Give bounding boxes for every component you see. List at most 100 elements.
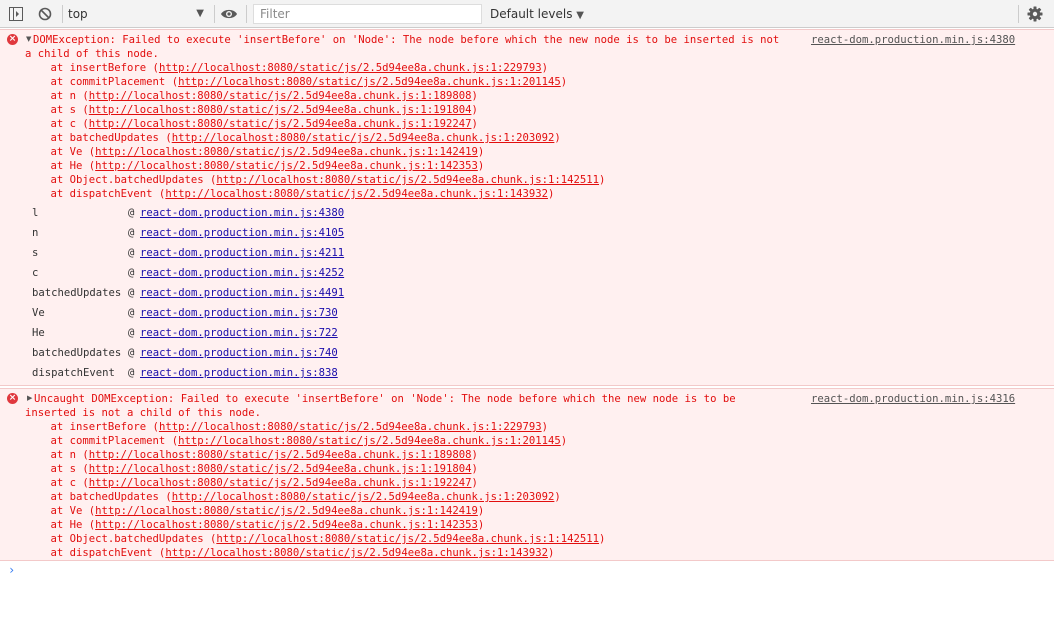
stack-frame-url[interactable]: http://localhost:8080/static/js/2.5d94ee… [216, 174, 599, 186]
stack-trace-line: at n (http://localhost:8080/static/js/2.… [25, 448, 478, 462]
stack-frame-url[interactable]: http://localhost:8080/static/js/2.5d94ee… [89, 90, 472, 102]
call-frame-at: @ [128, 267, 135, 279]
gear-icon[interactable] [1027, 6, 1043, 22]
console-error-message: × ▼ DOMException: Failed to execute 'ins… [0, 29, 1054, 386]
console-toolbar: top ▼ Default levels ▼ [0, 0, 1054, 28]
stack-trace-line: at Object.batchedUpdates (http://localho… [25, 173, 606, 187]
stack-trace-line: at He (http://localhost:8080/static/js/2… [25, 518, 485, 532]
log-levels-dropdown[interactable]: Default levels ▼ [490, 4, 584, 24]
stack-frame-suffix: ) [599, 174, 606, 186]
call-frame-function: batchedUpdates [32, 287, 122, 299]
error-message-text: a child of this node. [25, 48, 159, 60]
call-frame-source-link[interactable]: react-dom.production.min.js:722 [140, 326, 338, 340]
stack-trace-line: at commitPlacement (http://localhost:808… [25, 434, 568, 448]
stack-frame-suffix: ) [548, 188, 555, 200]
stack-frame-name: at n ( [25, 449, 89, 461]
stack-frame-url[interactable]: http://localhost:8080/static/js/2.5d94ee… [159, 421, 542, 433]
sidebar-toggle-icon[interactable] [9, 7, 23, 21]
stack-trace-line: at insertBefore (http://localhost:8080/s… [25, 420, 549, 434]
stack-frame-url[interactable]: http://localhost:8080/static/js/2.5d94ee… [89, 449, 472, 461]
stack-frame-url[interactable]: http://localhost:8080/static/js/2.5d94ee… [89, 463, 472, 475]
error-source-link[interactable]: react-dom.production.min.js:4316 [811, 392, 1015, 406]
call-frame-source-link[interactable]: react-dom.production.min.js:4380 [140, 206, 344, 220]
stack-frame-suffix: ) [477, 146, 485, 158]
toolbar-divider [214, 5, 215, 23]
stack-frame-name: at batchedUpdates ( [25, 491, 172, 503]
call-frame-source-link[interactable]: react-dom.production.min.js:4252 [140, 266, 344, 280]
stack-frame-suffix: ) [560, 76, 568, 88]
stack-frame-url[interactable]: http://localhost:8080/static/js/2.5d94ee… [216, 533, 599, 545]
stack-frame-url[interactable]: http://localhost:8080/static/js/2.5d94ee… [89, 104, 472, 116]
eye-icon[interactable] [220, 8, 238, 20]
filter-input[interactable] [253, 4, 482, 24]
call-frame-at: @ [128, 327, 135, 339]
error-message-text[interactable]: Uncaught DOMException: Failed to execute… [34, 392, 736, 406]
stack-frame-url[interactable]: http://localhost:8080/static/js/2.5d94ee… [95, 505, 478, 517]
stack-trace-line: at batchedUpdates (http://localhost:8080… [25, 490, 561, 504]
stack-frame-name: at Object.batchedUpdates ( [25, 174, 217, 186]
stack-trace-line: at Ve (http://localhost:8080/static/js/2… [25, 504, 485, 518]
call-frame-source-link[interactable]: react-dom.production.min.js:730 [140, 306, 338, 320]
context-selector[interactable]: top ▼ [68, 4, 210, 24]
stack-frame-name: at s ( [25, 104, 89, 116]
error-message-text[interactable]: DOMException: Failed to execute 'insertB… [33, 33, 779, 47]
stack-frame-suffix: ) [471, 463, 478, 475]
stack-trace-line: at Ve (http://localhost:8080/static/js/2… [25, 145, 485, 159]
error-source-link[interactable]: react-dom.production.min.js:4380 [811, 33, 1015, 47]
stack-frame-name: at batchedUpdates ( [25, 132, 172, 144]
call-frame-source-link[interactable]: react-dom.production.min.js:4105 [140, 226, 344, 240]
call-frame-function: n [32, 227, 39, 239]
stack-frame-url[interactable]: http://localhost:8080/static/js/2.5d94ee… [165, 547, 548, 559]
stack-frame-suffix: ) [554, 132, 561, 144]
call-frame-at: @ [128, 367, 135, 379]
expand-triangle-icon[interactable]: ▶ [27, 394, 32, 402]
call-frame-function: s [32, 247, 39, 259]
stack-frame-name: at dispatchEvent ( [25, 547, 166, 559]
stack-frame-url[interactable]: http://localhost:8080/static/js/2.5d94ee… [172, 491, 555, 503]
call-frame-function: He [32, 327, 45, 339]
stack-frame-name: at insertBefore ( [25, 421, 159, 433]
stack-frame-url[interactable]: http://localhost:8080/static/js/2.5d94ee… [178, 76, 561, 88]
stack-trace-line: at s (http://localhost:8080/static/js/2.… [25, 103, 478, 117]
call-frame-at: @ [128, 287, 135, 299]
expand-triangle-icon[interactable]: ▼ [26, 35, 31, 43]
stack-frame-name: at insertBefore ( [25, 62, 159, 74]
stack-frame-suffix: ) [560, 435, 568, 447]
stack-trace-line: at He (http://localhost:8080/static/js/2… [25, 159, 485, 173]
call-frame-source-link[interactable]: react-dom.production.min.js:4491 [140, 286, 344, 300]
call-frame-source-link[interactable]: react-dom.production.min.js:4211 [140, 246, 344, 260]
stack-trace-line: at dispatchEvent (http://localhost:8080/… [25, 546, 555, 560]
stack-frame-url[interactable]: http://localhost:8080/static/js/2.5d94ee… [89, 477, 472, 489]
stack-frame-url[interactable]: http://localhost:8080/static/js/2.5d94ee… [89, 118, 472, 130]
call-frame-source-link[interactable]: react-dom.production.min.js:838 [140, 366, 338, 380]
log-levels-label: Default levels [490, 7, 573, 21]
stack-frame-url[interactable]: http://localhost:8080/static/js/2.5d94ee… [172, 132, 555, 144]
call-frame-source-link[interactable]: react-dom.production.min.js:740 [140, 346, 338, 360]
stack-trace-line: at commitPlacement (http://localhost:808… [25, 75, 568, 89]
stack-frame-suffix: ) [471, 104, 478, 116]
call-frame-function: l [32, 207, 39, 219]
toolbar-divider [1018, 5, 1019, 23]
console-prompt-icon[interactable]: › [8, 563, 15, 577]
call-frame-at: @ [128, 347, 135, 359]
stack-frame-suffix: ) [554, 491, 561, 503]
call-frame-at: @ [128, 307, 135, 319]
stack-frame-url[interactable]: http://localhost:8080/static/js/2.5d94ee… [95, 160, 478, 172]
stack-frame-url[interactable]: http://localhost:8080/static/js/2.5d94ee… [165, 188, 548, 200]
clear-console-icon[interactable] [38, 7, 52, 21]
stack-frame-url[interactable]: http://localhost:8080/static/js/2.5d94ee… [95, 146, 478, 158]
stack-frame-name: at He ( [25, 519, 96, 531]
stack-frame-suffix: ) [477, 519, 485, 531]
call-frame-function: batchedUpdates [32, 347, 122, 359]
stack-frame-url[interactable]: http://localhost:8080/static/js/2.5d94ee… [95, 519, 478, 531]
stack-trace-line: at n (http://localhost:8080/static/js/2.… [25, 89, 478, 103]
stack-frame-url[interactable]: http://localhost:8080/static/js/2.5d94ee… [159, 62, 542, 74]
stack-frame-name: at dispatchEvent ( [25, 188, 166, 200]
stack-frame-name: at Object.batchedUpdates ( [25, 533, 217, 545]
stack-frame-suffix: ) [471, 118, 478, 130]
call-frame-at: @ [128, 207, 135, 219]
stack-frame-name: at commitPlacement ( [25, 76, 179, 88]
stack-frame-name: at c ( [25, 477, 89, 489]
call-frame-at: @ [128, 247, 135, 259]
stack-frame-url[interactable]: http://localhost:8080/static/js/2.5d94ee… [178, 435, 561, 447]
